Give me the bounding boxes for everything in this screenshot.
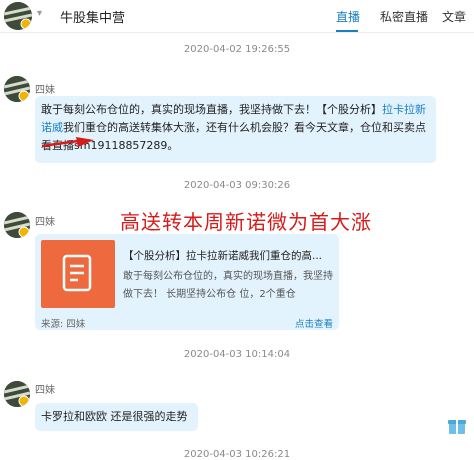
avatar[interactable] — [4, 76, 30, 102]
channel-avatar[interactable] — [4, 2, 32, 30]
timestamp: 2020-04-03 10:26:21 — [183, 449, 291, 460]
avatar[interactable] — [4, 381, 30, 407]
author-name: 四妹 — [35, 385, 55, 396]
avatar[interactable] — [4, 212, 30, 238]
tab-private-live[interactable]: 私密直播 — [380, 8, 428, 25]
message-text: 敢于每刻公布仓位的，真实的现场直播，我坚持做下去！【个股分析】 — [41, 103, 382, 116]
active-tab-indicator — [336, 30, 358, 32]
timestamp: 2020-04-02 19:26:55 — [183, 44, 291, 55]
tab-live[interactable]: 直播 — [336, 8, 360, 25]
document-icon — [41, 240, 115, 308]
gift-icon[interactable] — [447, 416, 467, 436]
timestamp: 2020-04-03 10:14:04 — [183, 349, 291, 360]
message-text: 卡罗拉和欧欧 还是很强的走势 — [41, 410, 188, 423]
message-bubble: 卡罗拉和欧欧 还是很强的走势 — [35, 403, 198, 431]
top-bar: ▾ 牛股集中营 直播 私密直播 文章 — [0, 0, 474, 33]
timestamp: 2020-04-03 09:30:26 — [183, 180, 291, 191]
tab-articles[interactable]: 文章 — [442, 8, 466, 25]
card-title: 【个股分析】拉卡拉新诺威我们重仓的高... — [123, 250, 323, 262]
author-name: 四妹 — [35, 85, 55, 96]
card-description: 敢于每刻公布仓位的，真实的现场直播，我坚持做下去！ 长期坚持公布仓 位，2个重仓 — [123, 271, 333, 300]
author-name: 四妹 — [35, 217, 55, 228]
red-arrow-annotation — [41, 137, 94, 148]
chevron-down-icon[interactable]: ▾ — [37, 8, 42, 19]
view-link[interactable]: 点击查看 — [295, 316, 333, 330]
card-source: 来源: 四妹 — [41, 319, 86, 330]
message-bubble: 敢于每刻公布仓位的，真实的现场直播，我坚持做下去！【个股分析】拉卡拉新诺威我们重… — [35, 96, 436, 163]
channel-title: 牛股集中营 — [60, 11, 126, 26]
message-text-cont: 我们重仓的高送转集体大涨，还有什么机会股？看今天文章，仓位和买卖点看直播sm19… — [41, 121, 426, 152]
overlay-headline: 高送转本周新诺微为首大涨 — [120, 210, 372, 234]
article-card[interactable]: 【个股分析】拉卡拉新诺威我们重仓的高... 敢于每刻公布仓位的，真实的现场直播，… — [35, 234, 339, 330]
